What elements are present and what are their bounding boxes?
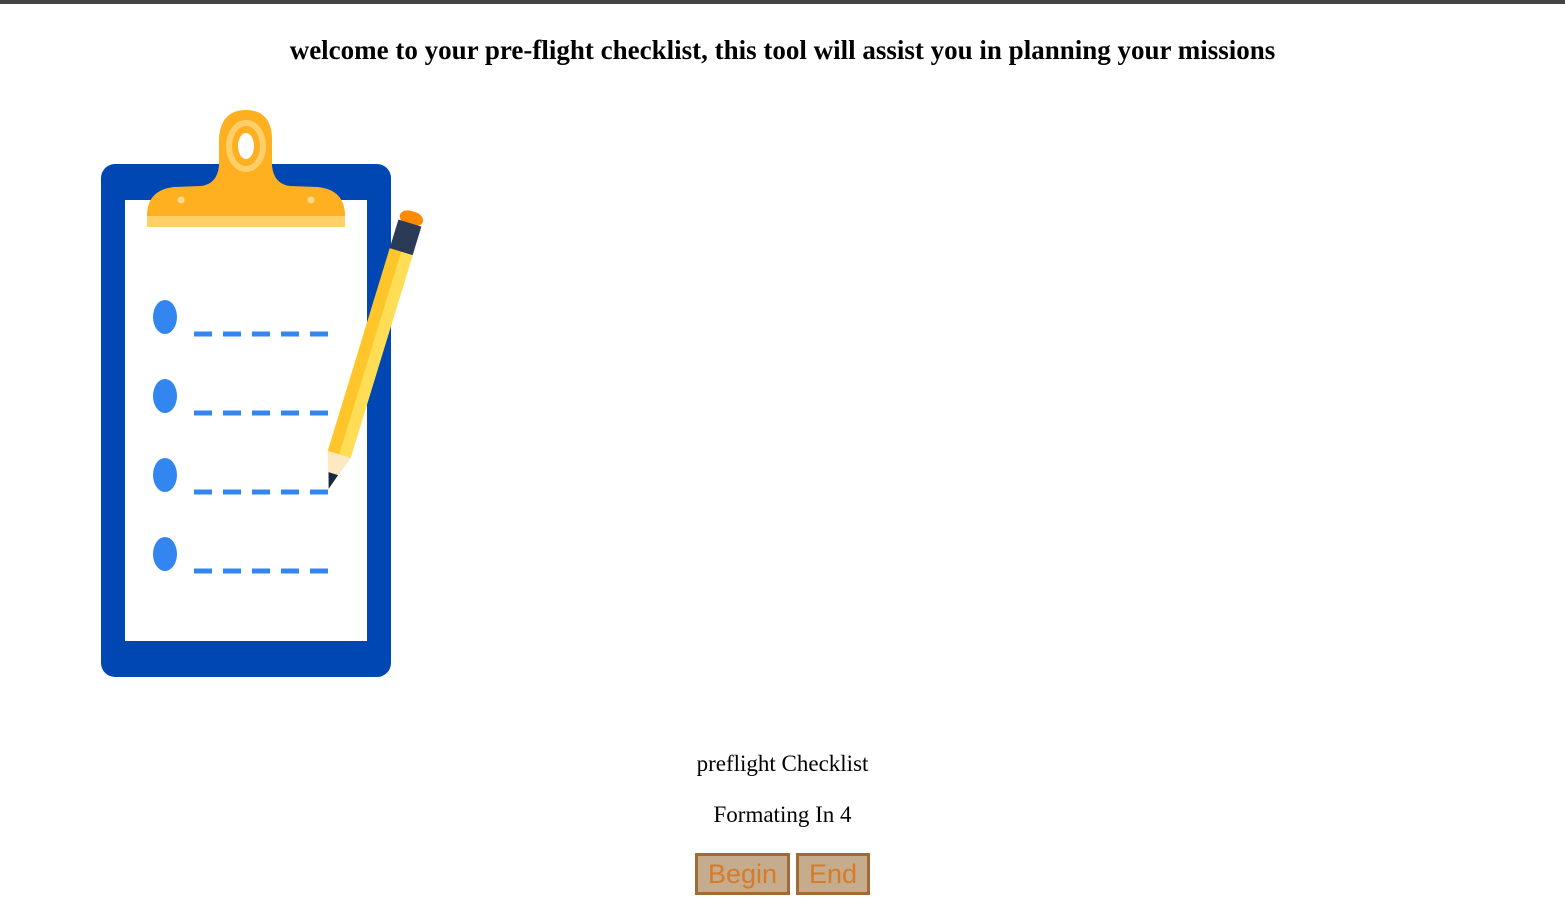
- begin-button[interactable]: Begin: [694, 853, 790, 895]
- welcome-heading: welcome to your pre-flight checklist, th…: [289, 35, 1276, 65]
- top-border: [0, 0, 1565, 4]
- clipboard-illustration: [96, 104, 426, 684]
- checklist-title: preflight Checklist: [696, 751, 869, 776]
- formatting-status: Formating In 4: [713, 802, 852, 827]
- clipboard-checklist-icon: [101, 110, 424, 677]
- action-buttons: Begin End: [0, 853, 1565, 895]
- end-button[interactable]: End: [796, 853, 871, 895]
